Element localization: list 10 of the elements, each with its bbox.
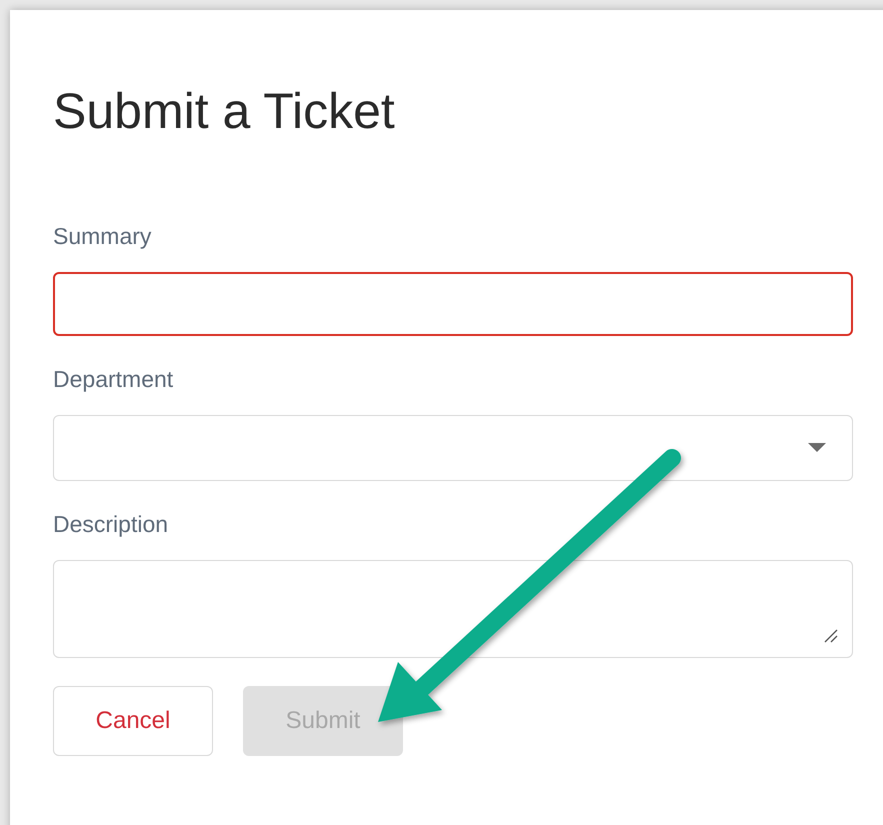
select-field[interactable] bbox=[53, 415, 853, 481]
dropdown-caret-icon bbox=[808, 443, 826, 453]
field-label: Description bbox=[53, 513, 170, 536]
cancel-button[interactable]: Cancel bbox=[53, 686, 213, 756]
field-label: Department bbox=[53, 368, 174, 391]
field-label: Summary bbox=[53, 225, 152, 248]
text-field[interactable] bbox=[53, 272, 853, 336]
dialog-title: Submit a Ticket bbox=[53, 86, 396, 136]
resize-handle-icon bbox=[822, 627, 838, 643]
textarea-field[interactable] bbox=[53, 560, 853, 658]
